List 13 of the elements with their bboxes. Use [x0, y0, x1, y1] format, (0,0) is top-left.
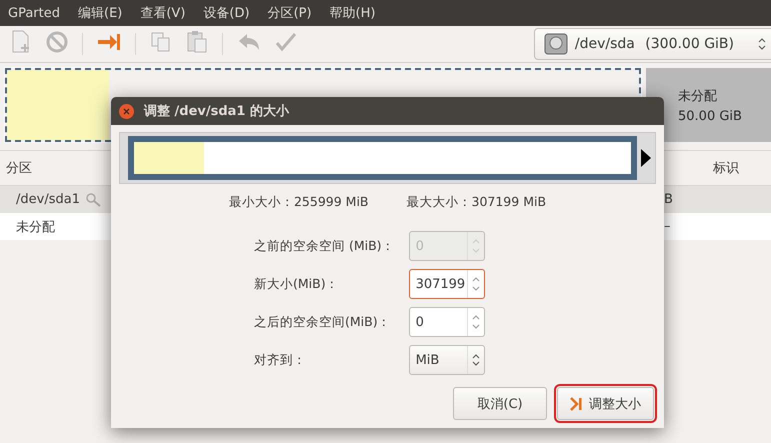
partition-name: /dev/sda1	[16, 192, 80, 207]
table-cell: –	[664, 219, 670, 234]
field-label: 对齐到：	[254, 352, 307, 368]
table-cell: B	[664, 192, 673, 207]
min-size-text: 最小大小：255999 MiB	[228, 194, 368, 211]
field-label: 新大小(MiB)：	[254, 276, 340, 292]
unallocated-label: 未分配	[678, 88, 718, 104]
max-size-text: 最大大小：307199 MiB	[406, 194, 546, 211]
unallocated-size: 50.00 GiB	[678, 108, 743, 124]
partition-name: 未分配	[16, 218, 55, 236]
field-label: 之前的空余空间 (MiB)：	[254, 238, 395, 254]
field-label: 之后的空余空间(MiB)：	[254, 314, 392, 330]
dialog-title: 调整 /dev/sda1 的大小	[144, 103, 290, 120]
